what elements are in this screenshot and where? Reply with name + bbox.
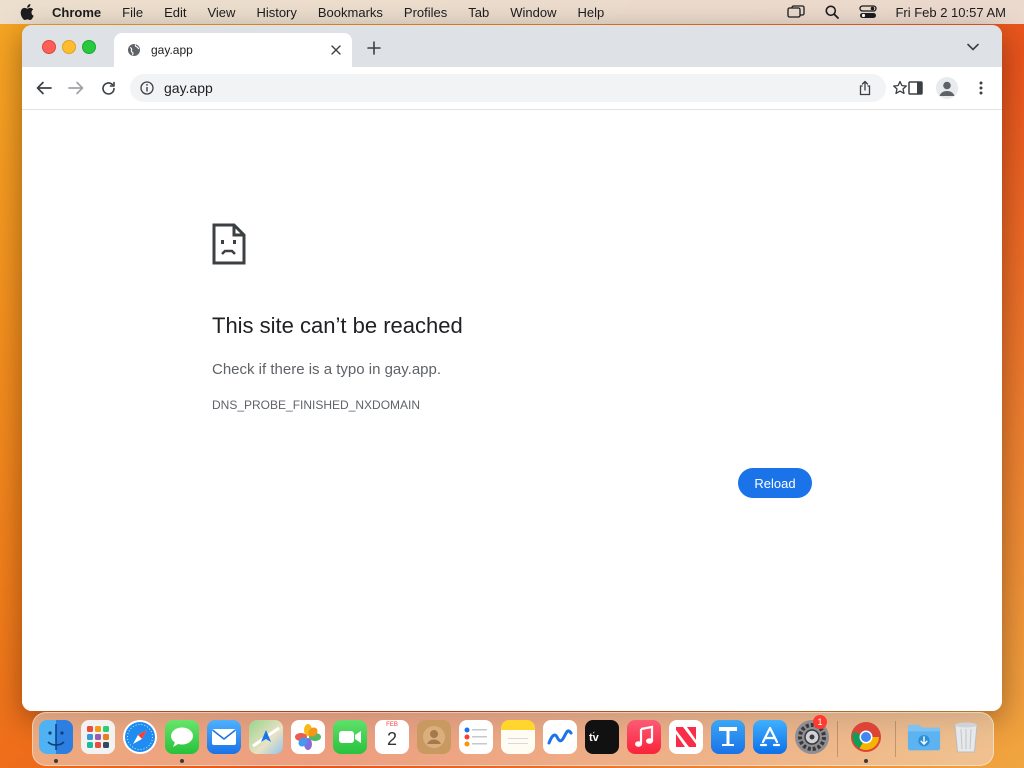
address-bar[interactable]: gay.app [130,74,907,102]
error-code: DNS_PROBE_FINISHED_NXDOMAIN [212,398,421,412]
error-title: This site can’t be reached [212,313,463,338]
forward-arrow-icon[interactable] [67,79,85,97]
share-icon[interactable] [858,80,872,96]
svg-text:tv: tv [589,732,600,744]
keynote-icon[interactable] [711,720,745,754]
facetime-icon[interactable] [333,720,367,754]
close-window-button[interactable] [42,40,56,54]
settings-notification-badge: 1 [813,715,827,729]
freeform-icon[interactable] [543,720,577,754]
mail-icon[interactable] [207,720,241,754]
side-panel-icon[interactable] [906,79,924,97]
downloads-folder-icon[interactable] [907,720,941,754]
screen-mirroring-icon[interactable] [787,4,806,20]
tab-title: gay.app [151,43,193,57]
finder-running-dot [54,759,58,763]
menu-profiles[interactable]: Profiles [404,5,447,20]
finder-icon[interactable] [39,720,73,754]
menu-history[interactable]: History [256,5,296,20]
apple-tv-icon[interactable]: tv [585,720,619,754]
browser-tab[interactable]: gay.app [114,33,352,67]
maps-icon[interactable] [249,720,283,754]
menu-bar: Chrome File Edit View History Bookmarks … [0,0,1024,24]
menu-view[interactable]: View [207,5,235,20]
menu-help[interactable]: Help [578,5,605,20]
calendar-month: FEB [386,722,398,728]
calendar-day: 2 [386,729,397,749]
dock-separator [895,721,896,757]
reload-icon[interactable] [99,79,117,97]
control-center-icon[interactable] [859,4,878,20]
url-text[interactable]: gay.app [164,80,213,96]
reminders-icon[interactable] [459,720,493,754]
photos-icon[interactable] [291,720,325,754]
menu-bookmarks[interactable]: Bookmarks [318,5,383,20]
dock-separator [837,721,838,757]
menu-file[interactable]: File [122,5,143,20]
menubar-clock[interactable]: Fri Feb 2 10:57 AM [895,5,1006,20]
sad-document-icon [212,223,246,265]
globe-icon [127,43,141,57]
calendar-icon[interactable]: FEB 2 [375,720,409,754]
menu-tab[interactable]: Tab [468,5,489,20]
messages-running-dot [180,759,184,763]
notes-icon[interactable] [501,720,535,754]
chrome-icon[interactable] [849,720,883,754]
music-icon[interactable] [627,720,661,754]
tab-strip: gay.app [22,25,1002,67]
close-tab-icon[interactable] [328,42,344,58]
minimize-window-button[interactable] [62,40,76,54]
error-message: Check if there is a typo in gay.app. [212,361,442,378]
new-tab-icon[interactable] [366,40,382,56]
chrome-running-dot [864,759,868,763]
back-arrow-icon[interactable] [35,79,53,97]
app-store-icon[interactable] [753,720,787,754]
reload-button[interactable]: Reload [738,468,812,498]
contacts-icon[interactable] [417,720,451,754]
menu-window[interactable]: Window [510,5,556,20]
dock: FEB 2 tv 1 [32,712,994,766]
menu-edit[interactable]: Edit [164,5,186,20]
zoom-window-button[interactable] [82,40,96,54]
browser-toolbar: gay.app [22,67,1002,110]
chrome-window: gay.app gay.app This site can’t be reach… [22,25,1002,711]
messages-icon[interactable] [165,720,199,754]
spotlight-search-icon[interactable] [823,4,841,20]
apple-icon[interactable] [20,4,34,20]
menu-app-name[interactable]: Chrome [52,5,101,20]
more-menu-icon[interactable] [972,79,990,97]
chevron-down-icon[interactable] [966,41,980,53]
profile-avatar-icon[interactable] [936,77,958,99]
safari-icon[interactable] [123,720,157,754]
info-icon[interactable] [140,81,154,95]
launchpad-icon[interactable] [81,720,115,754]
news-icon[interactable] [669,720,703,754]
error-page: This site can’t be reached Check if ther… [22,110,1002,711]
trash-icon[interactable] [949,720,983,754]
